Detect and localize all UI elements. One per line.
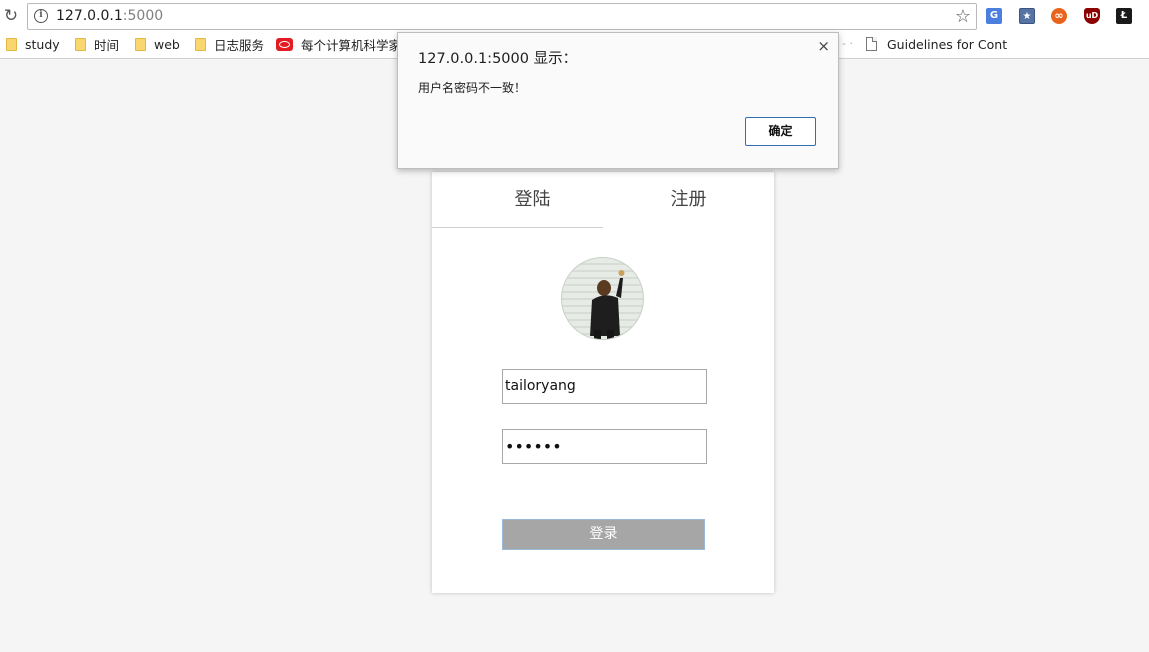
folder-icon: [135, 37, 146, 51]
tab-login[interactable]: 登陆: [432, 172, 603, 228]
dialog-message: 用户名密码不一致！: [418, 81, 527, 95]
bookmark-computer-scientist[interactable]: 每个计算机科学家: [276, 35, 401, 53]
oracle-icon: [276, 37, 293, 51]
bookmark-star-icon[interactable]: ☆: [955, 6, 971, 27]
login-card: 登陆 注册 tailoryang •••••• 登录: [432, 172, 774, 593]
bookmark-guidelines[interactable]: Guidelines for Cont: [866, 35, 1007, 53]
bookmark-log-service[interactable]: 日志服务: [195, 35, 264, 53]
bookmark-overflow-separator: - ·: [842, 37, 853, 50]
ublock-icon[interactable]: uD: [1084, 8, 1100, 24]
dialog-ok-button[interactable]: 确定: [745, 117, 816, 146]
site-info-icon[interactable]: i: [34, 9, 48, 23]
avatar-person-illustration: [590, 270, 625, 339]
folder-icon: [195, 37, 206, 51]
address-url[interactable]: 127.0.0.1:5000: [56, 8, 163, 24]
tab-login-label: 登陆: [514, 189, 551, 210]
document-icon: [866, 37, 877, 51]
google-translate-icon[interactable]: G: [986, 8, 1002, 24]
infinity-icon[interactable]: ∞: [1051, 8, 1067, 24]
url-port: :5000: [122, 8, 164, 24]
bookmark-label: 时间: [94, 37, 120, 53]
close-icon[interactable]: ×: [817, 37, 830, 55]
bookmark-label: 日志服务: [214, 37, 265, 53]
bookmark-study[interactable]: study: [6, 35, 60, 53]
bookmark-time[interactable]: 时间: [75, 35, 119, 53]
bookmark-label: web: [154, 36, 180, 52]
alert-dialog: × 127.0.0.1:5000 显示： 用户名密码不一致！ 确定: [397, 32, 839, 169]
login-submit-button[interactable]: 登录: [502, 519, 705, 550]
tab-register-label: 注册: [670, 189, 707, 210]
bookmark-label: Guidelines for Cont: [887, 36, 1008, 52]
password-input[interactable]: ••••••: [502, 429, 707, 464]
bookmark-manager-icon[interactable]: ★: [1019, 8, 1035, 24]
bookmark-web[interactable]: web: [135, 35, 180, 53]
folder-icon: [75, 37, 86, 51]
username-input[interactable]: tailoryang: [502, 369, 707, 404]
dialog-title: 127.0.0.1:5000 显示：: [418, 51, 578, 67]
url-host: 127.0.0.1: [56, 8, 123, 24]
folder-icon: [6, 37, 17, 51]
tab-register[interactable]: 注册: [603, 172, 774, 228]
dark-extension-icon[interactable]: Ł: [1116, 8, 1132, 24]
address-bar[interactable]: i 127.0.0.1:5000 ☆: [27, 3, 977, 30]
reload-icon[interactable]: ↻: [2, 6, 20, 26]
avatar: [561, 257, 644, 340]
bookmark-label: 每个计算机科学家: [301, 37, 402, 53]
bookmark-label: study: [25, 36, 60, 52]
